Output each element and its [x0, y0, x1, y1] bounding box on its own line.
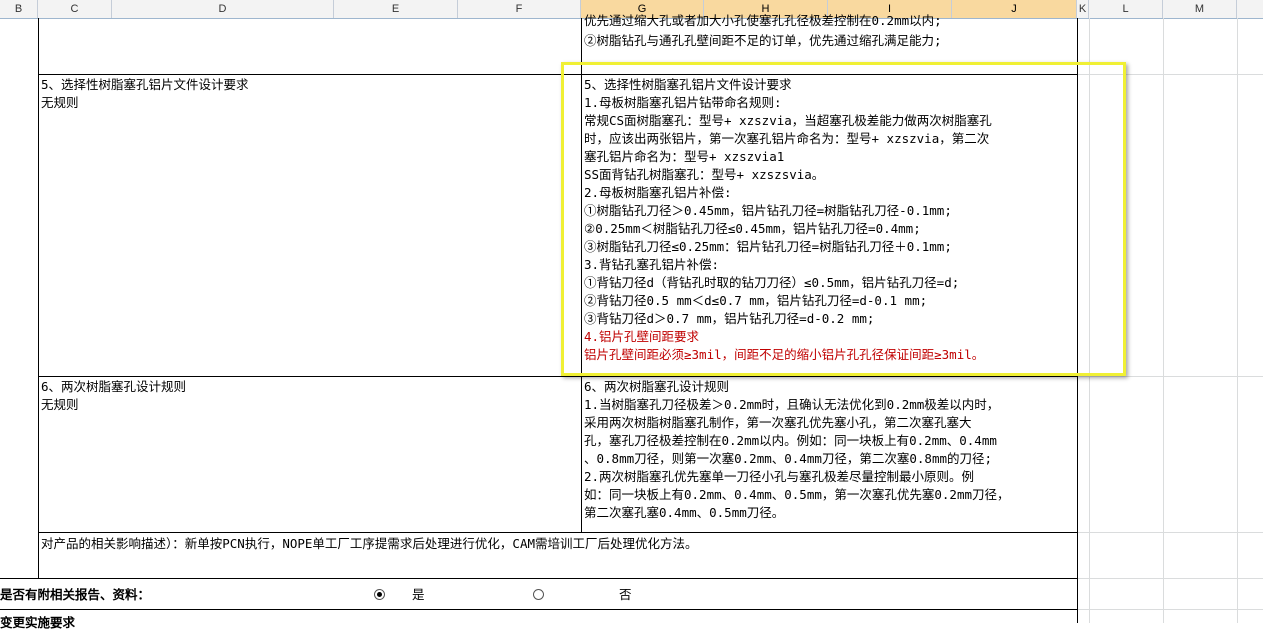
column-header-e[interactable]: E: [334, 0, 458, 18]
column-header-f[interactable]: F: [458, 0, 581, 18]
row6-line: 第二次塞孔塞0.4mm、0.5mm刀径。: [584, 505, 785, 520]
row6-line: 如：同一块板上有0.2mm、0.4mm、0.5mm，第一次塞孔优先塞0.2mm刀…: [584, 487, 1010, 502]
column-header-b[interactable]: B: [0, 0, 38, 18]
radio-no[interactable]: [533, 589, 544, 600]
row6-line: 6、两次树脂塞孔设计规则: [584, 379, 730, 394]
gridline: [1077, 578, 1263, 579]
row6-right-cell[interactable]: 6、两次树脂塞孔设计规则 1.当树脂塞孔刀径极差＞0.2mm时，且确认无法优化到…: [584, 378, 1010, 522]
gridline: [1077, 532, 1263, 533]
row6-line: 采用两次树脂树脂塞孔制作，第一次塞孔优先塞小孔，第二次塞孔塞大: [584, 415, 972, 430]
gridline: [1077, 609, 1263, 610]
row6-left-title[interactable]: 6、两次树脂塞孔设计规则: [41, 378, 186, 396]
highlight-box: [561, 62, 1126, 376]
column-header-d[interactable]: D: [112, 0, 334, 18]
table-border: [38, 532, 1078, 533]
bottom-cut-text: 变更实施要求: [0, 615, 76, 630]
row6-line: 1.当树脂塞孔刀径极差＞0.2mm时，且确认无法优化到0.2mm极差以内时，: [584, 397, 1000, 412]
radio-yes[interactable]: [374, 589, 385, 600]
column-header-m[interactable]: M: [1163, 0, 1237, 18]
radio-no-label: 否: [619, 587, 632, 602]
table-border: [0, 578, 1078, 579]
cell-text: ②树脂钻孔与通孔孔壁间距不足的订单，优先通过缩孔满足能力;: [584, 33, 942, 48]
table-border: [0, 609, 1078, 610]
row5-left-value[interactable]: 无规则: [41, 94, 79, 112]
attach-label: 是否有附相关报告、资料：: [0, 587, 151, 602]
column-header-c[interactable]: C: [38, 0, 112, 18]
row6-line: 、0.8mm刀径，则第一次塞0.2mm、0.4mm刀径，第二次塞0.8mm的刀径…: [584, 451, 993, 466]
table-border: [38, 18, 39, 578]
row6-line: 孔，塞孔刀径极差控制在0.2mm以内。例如：同一块板上有0.2mm、0.4mm: [584, 433, 997, 448]
row6-line: 2.两次树脂塞孔优先塞单一刀径小孔与塞孔极差尽量控制最小原则。例: [584, 469, 975, 484]
cell-text: 优先通过缩大孔或者加大小孔使塞孔孔径极差控制在0.2mm以内;: [584, 13, 942, 28]
column-header-l[interactable]: L: [1089, 0, 1163, 18]
row5-left-title[interactable]: 5、选择性树脂塞孔铝片文件设计要求: [41, 76, 249, 94]
column-header-j[interactable]: J: [952, 0, 1077, 18]
impact-description[interactable]: 对产品的相关影响描述）：新单按PCN执行，NOPE单工厂工序提需求后处理进行优化…: [41, 535, 698, 553]
gridline: [1077, 376, 1263, 377]
row6-left-value[interactable]: 无规则: [41, 396, 79, 414]
radio-yes-label: 是: [412, 587, 425, 602]
column-header-k[interactable]: K: [1077, 0, 1089, 18]
table-border: [38, 376, 1078, 377]
